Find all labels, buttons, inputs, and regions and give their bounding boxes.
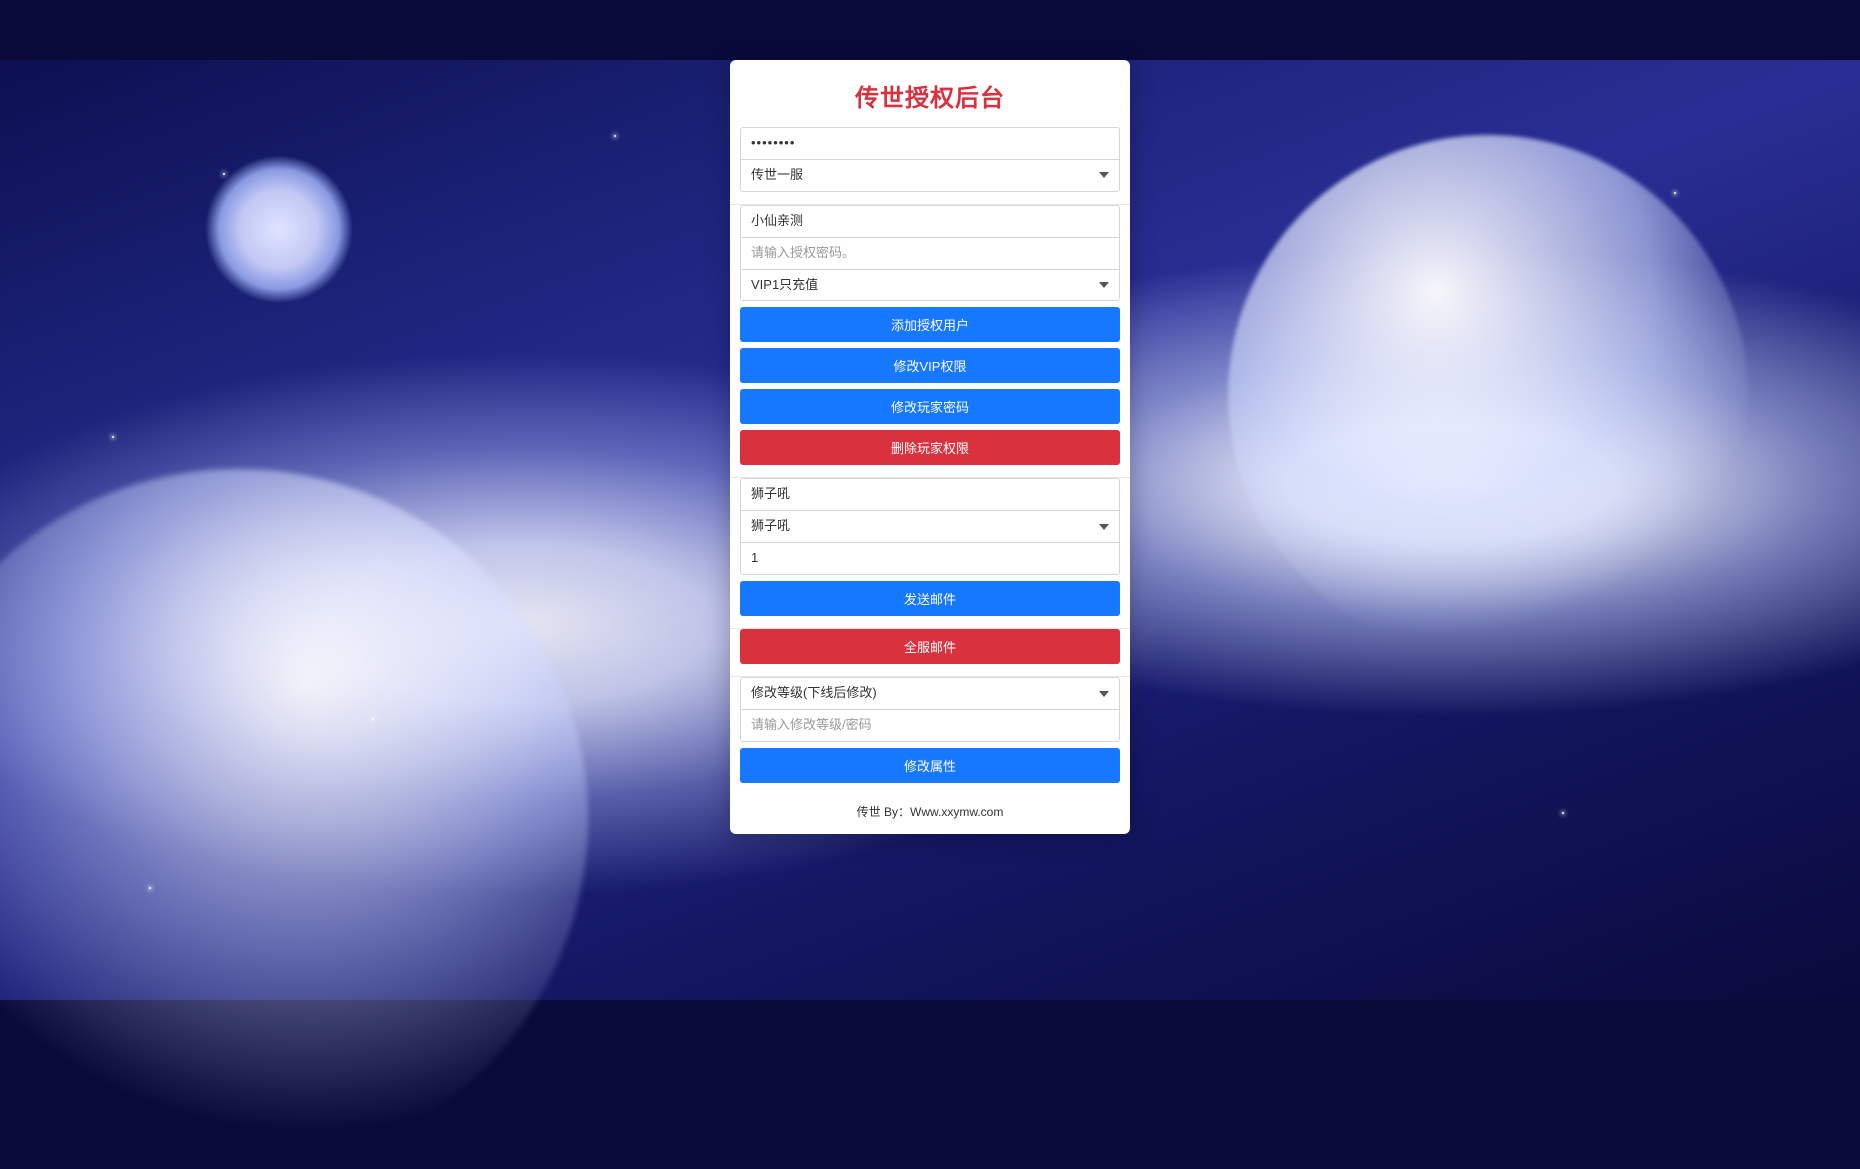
mail-item-input[interactable] xyxy=(740,478,1120,511)
delete-player-auth-button[interactable]: 删除玩家权限 xyxy=(740,430,1120,465)
mail-item-select[interactable]: 狮子吼 xyxy=(740,510,1120,543)
player-name-input[interactable] xyxy=(740,205,1120,238)
section-mail: 狮子吼 发送邮件 xyxy=(730,478,1130,628)
panel-title: 传世授权后台 xyxy=(730,78,1130,113)
mail-quantity-input[interactable] xyxy=(740,542,1120,575)
vip-level-select[interactable]: VIP1只充值 xyxy=(740,269,1120,302)
section-login: 传世一服 xyxy=(730,127,1130,204)
section-auth-user: VIP1只充值 添加授权用户 修改VIP权限 修改玩家密码 删除玩家权限 xyxy=(730,205,1130,478)
all-server-mail-button[interactable]: 全服邮件 xyxy=(740,629,1120,664)
modify-attr-button[interactable]: 修改属性 xyxy=(740,748,1120,783)
section-broadcast: 全服邮件 xyxy=(730,629,1130,676)
add-auth-user-button[interactable]: 添加授权用户 xyxy=(740,307,1120,342)
admin-password-input[interactable] xyxy=(740,127,1120,160)
modify-value-input[interactable] xyxy=(740,709,1120,742)
modify-password-button[interactable]: 修改玩家密码 xyxy=(740,389,1120,424)
modify-mode-select[interactable]: 修改等级(下线后修改) xyxy=(740,677,1120,710)
auth-password-input[interactable] xyxy=(740,237,1120,270)
send-mail-button[interactable]: 发送邮件 xyxy=(740,581,1120,616)
server-select[interactable]: 传世一服 xyxy=(740,159,1120,192)
modify-vip-button[interactable]: 修改VIP权限 xyxy=(740,348,1120,383)
footer-text: 传世 By：Www.xxymw.com xyxy=(730,795,1130,820)
section-modify-attr: 修改等级(下线后修改) 修改属性 xyxy=(730,677,1130,795)
admin-panel: 传世授权后台 传世一服 VIP1只充值 添加授权用户 修改VIP权限 修改玩家密… xyxy=(730,60,1130,834)
